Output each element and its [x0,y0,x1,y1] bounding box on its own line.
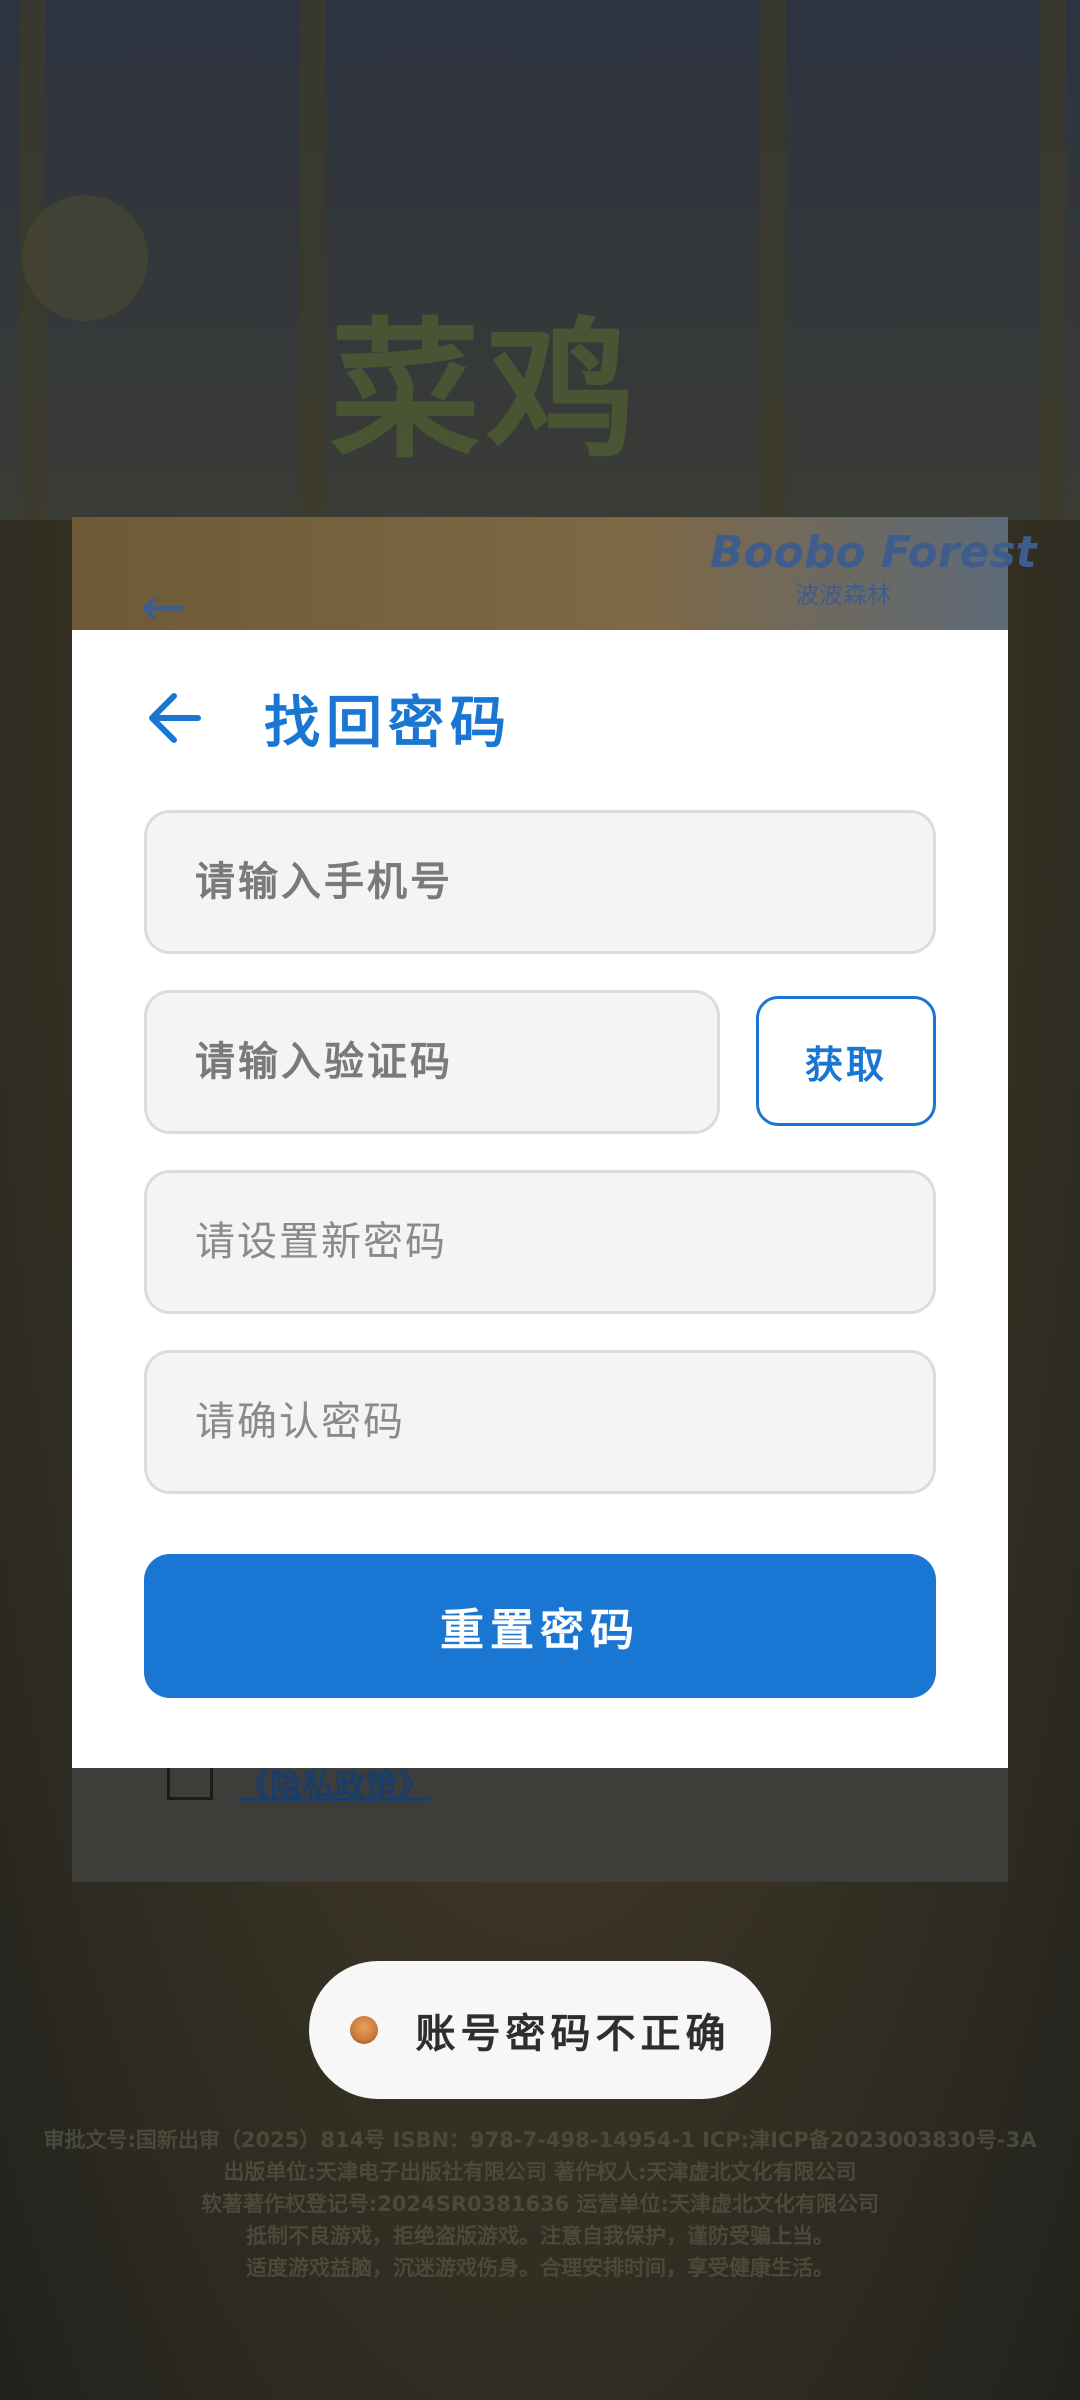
reset-password-button[interactable]: 重置密码 [144,1554,936,1698]
background-frame [1040,0,1066,520]
confirm-password-field[interactable] [144,1350,936,1494]
new-password-input[interactable] [193,1172,933,1312]
code-field[interactable] [144,990,720,1134]
game-title: 菜鸡 [330,305,643,479]
phone-field[interactable] [144,810,936,954]
confirm-password-input[interactable] [193,1352,933,1492]
arrow-left-icon [149,693,201,743]
background-frame [300,0,326,520]
back-button[interactable] [134,678,214,758]
legal-notice: 审批文号:国新出审（2025）814号 ISBN：978-7-498-14954… [0,2124,1080,2284]
reset-password-dialog: 找回密码 获取 重置密码 [72,630,1008,1768]
get-code-button[interactable]: 获取 [756,996,936,1126]
legal-line: 审批文号:国新出审（2025）814号 ISBN：978-7-498-14954… [43,2128,1037,2152]
verification-code-input[interactable] [193,992,717,1132]
error-toast: 账号密码不正确 [309,1961,771,2099]
legal-line: 软著著作权登记号:2024SR0381636 运营单位:天津虚北文化有限公司 [200,2192,880,2216]
brand-name: Boobo Forest [710,527,1037,578]
background-frame [760,0,786,520]
dialog-header: 找回密码 [134,678,512,758]
legal-line: 出版单位:天津电子出版社有限公司 著作权人:天津虚北文化有限公司 [223,2160,857,2184]
legal-line: 抵制不良游戏，拒绝盗版游戏。注意自我保护，谨防受骗上当。 [246,2224,834,2248]
toast-message: 账号密码不正确 [415,2011,731,2057]
dialog-title: 找回密码 [264,690,512,756]
brand-subtitle: 波波森林 [795,581,891,609]
legal-line: 适度游戏益脑，沉迷游戏伤身。合理安排时间，享受健康生活。 [246,2256,834,2280]
chicken-avatar-icon [349,2016,378,2044]
new-password-field[interactable] [144,1170,936,1314]
arrow-left-icon: ← [140,575,187,640]
phone-input[interactable] [193,812,933,952]
game-logo [22,195,148,321]
